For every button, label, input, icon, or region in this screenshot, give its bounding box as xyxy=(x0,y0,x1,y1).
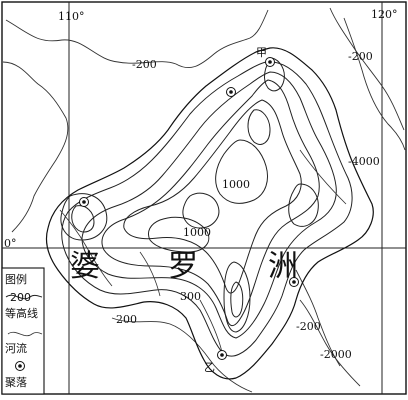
contour-300 xyxy=(81,71,337,339)
label-land-1000-b: 1000 xyxy=(183,226,211,239)
settlement-label-yi: 乙 xyxy=(204,361,215,374)
label-sea-ne: -200 xyxy=(348,50,373,63)
map-frame xyxy=(1,1,407,395)
isobath-200-east xyxy=(329,7,405,131)
contour-west-lobe-inner xyxy=(71,205,95,233)
settlement-icon xyxy=(289,277,299,287)
label-lon-110: 110° xyxy=(58,10,85,23)
region-name-char-1: 婆 xyxy=(70,249,100,284)
label-sea-se: -200 xyxy=(296,320,321,333)
legend: 图例 200 等高线 河流 聚落 xyxy=(1,267,45,395)
label-sea-e: -4000 xyxy=(348,155,380,168)
label-lat-0: 0° xyxy=(4,237,17,250)
legend-river-label: 河流 xyxy=(5,341,27,355)
region-name-char-2: 罗 xyxy=(168,249,198,284)
settlement-icon xyxy=(217,350,227,360)
label-lon-120: 120° xyxy=(371,8,398,21)
isobath-4000 xyxy=(343,17,406,151)
legend-contour-value: 200 xyxy=(10,291,31,304)
contour-map: 110° 120° 0° -200 -200 -4000 -200 -2000 … xyxy=(1,1,407,395)
label-land-300: 300 xyxy=(180,290,201,303)
coastline xyxy=(45,47,374,380)
label-land-1000-a: 1000 xyxy=(222,178,250,191)
contour-600 xyxy=(101,79,320,327)
label-land-200: 200 xyxy=(116,313,137,326)
label-sea-s: -2000 xyxy=(320,348,352,361)
contour-peak-central xyxy=(182,192,220,229)
legend-contour-label: 等高线 xyxy=(5,306,38,320)
legend-settlement-icon xyxy=(15,361,25,371)
settlement-icon xyxy=(79,197,89,207)
river xyxy=(199,299,223,353)
legend-settlement-label: 聚落 xyxy=(5,376,27,389)
isobath-2000-south xyxy=(299,299,361,387)
legend-title: 图例 xyxy=(5,272,27,286)
settlement-icon xyxy=(226,87,236,97)
contour-1000-core-b xyxy=(215,139,268,204)
contour-peak-north-2 xyxy=(247,109,271,145)
label-sea-nw: -200 xyxy=(132,58,157,71)
settlement-label-jia: 甲 xyxy=(256,46,267,59)
